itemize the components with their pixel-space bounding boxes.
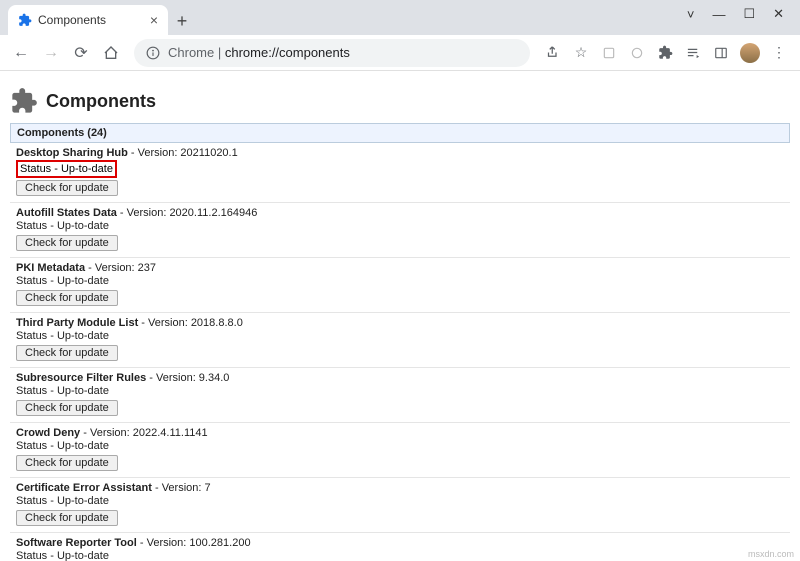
component-item: Third Party Module List - Version: 2018.… xyxy=(10,313,790,368)
component-version: Version: 2022.4.11.1141 xyxy=(90,427,208,439)
circle-icon[interactable] xyxy=(628,44,646,62)
check-update-button[interactable]: Check for update xyxy=(16,290,118,306)
extensions-icon[interactable] xyxy=(656,44,674,62)
component-version: Version: 20211020.1 xyxy=(138,147,238,159)
component-title: Third Party Module List - Version: 2018.… xyxy=(16,315,784,329)
check-update-button[interactable]: Check for update xyxy=(16,510,118,526)
page-title: Components xyxy=(46,91,156,112)
profile-avatar[interactable] xyxy=(740,43,760,63)
tab-close-icon[interactable]: × xyxy=(150,12,158,28)
toolbar: ← → ⟳ Chrome | chrome://components ☆ xyxy=(0,35,800,71)
bookmark-icon[interactable]: ☆ xyxy=(572,44,590,62)
forward-button[interactable]: → xyxy=(38,40,64,66)
back-button[interactable]: ← xyxy=(8,40,34,66)
extension-icon xyxy=(10,87,38,115)
reload-button[interactable]: ⟳ xyxy=(68,40,94,66)
component-version: Version: 237 xyxy=(95,262,156,274)
component-title: Software Reporter Tool - Version: 100.28… xyxy=(16,535,784,549)
component-item: Autofill States Data - Version: 2020.11.… xyxy=(10,203,790,258)
components-list: Desktop Sharing Hub - Version: 20211020.… xyxy=(0,143,800,561)
component-version: Version: 2020.11.2.164946 xyxy=(127,207,258,219)
component-name: Certificate Error Assistant xyxy=(16,482,152,494)
component-status: Status - Up-to-date xyxy=(16,384,784,400)
share-icon[interactable] xyxy=(544,44,562,62)
sidebar-icon[interactable] xyxy=(712,44,730,62)
maximize-icon[interactable]: ☐ xyxy=(743,6,755,22)
address-bar[interactable]: Chrome | chrome://components xyxy=(134,39,530,67)
browser-tab[interactable]: Components × xyxy=(8,5,168,35)
url-text: Chrome | chrome://components xyxy=(168,45,350,60)
playlist-icon[interactable] xyxy=(684,44,702,62)
component-status: Status - Up-to-date xyxy=(16,219,784,235)
component-status: Status - Up-to-date xyxy=(16,439,784,455)
window-controls: ˅ — ☐ ✕ xyxy=(671,0,800,28)
component-title: Subresource Filter Rules - Version: 9.34… xyxy=(16,370,784,384)
component-version: Version: 2018.8.8.0 xyxy=(148,317,243,329)
component-status: Status - Up-to-date xyxy=(16,160,117,178)
component-name: Third Party Module List xyxy=(16,317,138,329)
component-item: Software Reporter Tool - Version: 100.28… xyxy=(10,533,790,561)
check-update-button[interactable]: Check for update xyxy=(16,400,118,416)
content-area: Components Components (24) Desktop Shari… xyxy=(0,71,800,561)
component-name: PKI Metadata xyxy=(16,262,85,274)
component-item: PKI Metadata - Version: 237Status - Up-t… xyxy=(10,258,790,313)
component-item: Crowd Deny - Version: 2022.4.11.1141Stat… xyxy=(10,423,790,478)
chevron-down-icon[interactable]: ˅ xyxy=(687,7,695,22)
component-item: Desktop Sharing Hub - Version: 20211020.… xyxy=(10,143,790,203)
check-update-button[interactable]: Check for update xyxy=(16,345,118,361)
component-version: Version: 100.281.200 xyxy=(147,537,251,549)
component-status: Status - Up-to-date xyxy=(16,494,784,510)
check-update-button[interactable]: Check for update xyxy=(16,455,118,471)
component-name: Desktop Sharing Hub xyxy=(16,147,128,159)
component-status: Status - Up-to-date xyxy=(16,549,784,561)
component-title: Certificate Error Assistant - Version: 7 xyxy=(16,480,784,494)
component-version: Version: 7 xyxy=(162,482,211,494)
check-update-button[interactable]: Check for update xyxy=(16,180,118,196)
home-button[interactable] xyxy=(98,40,124,66)
watermark: msxdn.com xyxy=(748,549,794,559)
component-name: Autofill States Data xyxy=(16,207,117,219)
component-title: Crowd Deny - Version: 2022.4.11.1141 xyxy=(16,425,784,439)
check-update-button[interactable]: Check for update xyxy=(16,235,118,251)
component-status: Status - Up-to-date xyxy=(16,274,784,290)
minimize-icon[interactable]: — xyxy=(712,7,725,22)
component-name: Software Reporter Tool xyxy=(16,537,137,549)
component-status: Status - Up-to-date xyxy=(16,329,784,345)
section-header: Components (24) xyxy=(10,123,790,143)
new-tab-button[interactable]: + xyxy=(168,7,196,35)
component-item: Subresource Filter Rules - Version: 9.34… xyxy=(10,368,790,423)
toolbar-actions: ☆ ⋮ xyxy=(540,43,792,63)
page-header: Components xyxy=(0,71,800,123)
extension-icon xyxy=(18,13,32,27)
component-title: Desktop Sharing Hub - Version: 20211020.… xyxy=(16,145,784,159)
tab-title: Components xyxy=(38,13,144,27)
app-icon[interactable] xyxy=(600,44,618,62)
component-title: PKI Metadata - Version: 237 xyxy=(16,260,784,274)
component-item: Certificate Error Assistant - Version: 7… xyxy=(10,478,790,533)
close-icon[interactable]: ✕ xyxy=(773,6,784,22)
component-title: Autofill States Data - Version: 2020.11.… xyxy=(16,205,784,219)
component-name: Subresource Filter Rules xyxy=(16,372,146,384)
component-version: Version: 9.34.0 xyxy=(156,372,229,384)
component-name: Crowd Deny xyxy=(16,427,80,439)
site-info-icon[interactable] xyxy=(146,46,160,60)
menu-icon[interactable]: ⋮ xyxy=(770,44,788,62)
